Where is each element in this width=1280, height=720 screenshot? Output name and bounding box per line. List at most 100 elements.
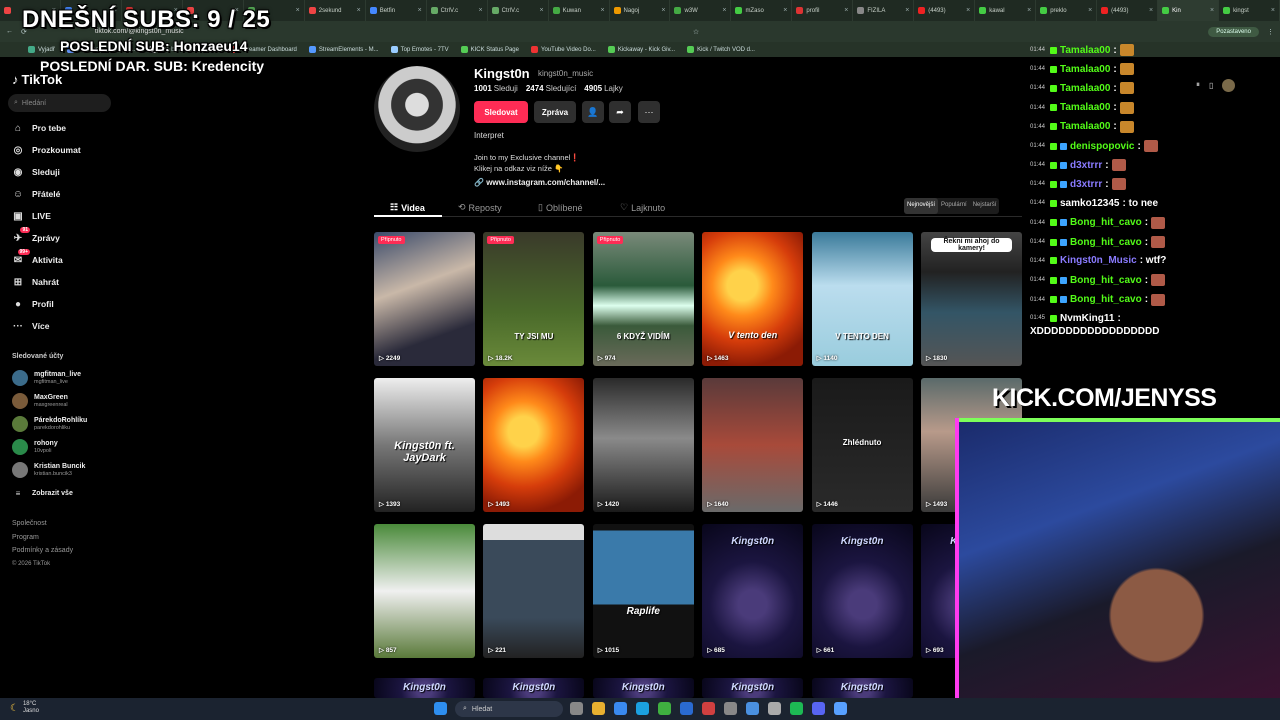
settings-icon[interactable] (724, 702, 737, 715)
windows-start-icon[interactable] (434, 702, 447, 715)
taskbar-search[interactable]: ⌕ Hledat (455, 701, 563, 717)
browser-tab[interactable]: Kuwan × (549, 0, 610, 21)
store-icon[interactable] (680, 702, 693, 715)
sidebar-item-home[interactable]: ⌂ Pro tebe (12, 120, 66, 136)
bookmark-item[interactable]: Kickaway - Kick Giv... (607, 46, 675, 53)
browser-tab[interactable]: (4493) × (1097, 0, 1159, 21)
share-button[interactable]: ➦ (609, 101, 631, 123)
video-thumbnail[interactable]: ▷ 1640 (702, 378, 804, 512)
browser-tab[interactable]: kingst × (1219, 0, 1280, 21)
chat-username[interactable]: denispopovic (1070, 141, 1134, 152)
tab-close-icon[interactable]: × (1149, 7, 1153, 14)
bookmark-item[interactable]: Top Emotes - 7TV (390, 46, 449, 53)
video-thumbnail[interactable]: V TENTO DEN ▷ 1140 (811, 232, 913, 366)
menu-icon[interactable]: ⋮ (1267, 28, 1274, 36)
more-button[interactable]: ··· (638, 101, 660, 123)
tab-close-icon[interactable]: × (966, 7, 970, 14)
browser-tab[interactable]: CtrlV.c × (488, 0, 549, 21)
chrome-icon[interactable] (658, 702, 671, 715)
tab-close-icon[interactable]: × (1271, 7, 1275, 14)
sidebar-item-messages[interactable]: ✈ 91 Zprávy (12, 227, 60, 246)
photos-icon[interactable] (834, 702, 847, 715)
tab-close-icon[interactable]: × (1027, 7, 1031, 14)
tab-close-icon[interactable]: × (661, 7, 665, 14)
chat-username[interactable]: Bong_hit_cavo (1070, 217, 1142, 228)
footer-link[interactable]: Podmínky a zásady (12, 547, 73, 554)
sidebar-item-activity[interactable]: ✉ 99+ Aktivita (12, 249, 63, 268)
follow-button[interactable]: Sledovat (474, 101, 528, 123)
bookmark-item[interactable]: StreamElements - M... (308, 46, 379, 53)
chat-username[interactable]: Tamalaa00 (1060, 64, 1110, 75)
followed-account[interactable]: mgfitman_live mgfitman_live (12, 370, 81, 386)
browser-tab[interactable]: CtrlV.c × (427, 0, 488, 21)
profile-avatar[interactable] (374, 66, 460, 152)
followed-account[interactable]: rohony 10vpoli (12, 439, 58, 455)
notepad-icon[interactable] (746, 702, 759, 715)
browser-tab[interactable]: Nagoj × (610, 0, 671, 21)
video-thumbnail[interactable]: Kingst0n (374, 678, 475, 698)
phone-icon[interactable]: ▯ (1209, 81, 1213, 90)
chat-avatar-icon[interactable] (1222, 78, 1236, 92)
followed-account[interactable]: Kristian Buncik kristian.buncik3 (12, 462, 85, 478)
tab-close-icon[interactable]: × (844, 7, 848, 14)
video-thumbnail[interactable]: Připnuto TY JSI MU ▷ 18.2K (483, 232, 585, 366)
video-thumbnail[interactable]: Kingst0n (592, 678, 694, 698)
chat-username[interactable]: Tamalaa00 (1060, 45, 1110, 56)
video-thumbnail[interactable]: Připnuto 6 KDYŽ VIDÍM ▷ 974 (592, 232, 694, 366)
star-icon[interactable]: ☆ (693, 28, 699, 36)
sidebar-item-following[interactable]: ◉ Sleduji (12, 164, 60, 180)
chat-username[interactable]: Bong_hit_cavo (1070, 275, 1142, 286)
tab-close-icon[interactable]: × (1210, 7, 1214, 14)
tab-close-icon[interactable]: × (600, 7, 604, 14)
sidebar-item-friends[interactable]: ☺ Přátelé (12, 186, 60, 202)
tab-close-icon[interactable]: × (722, 7, 726, 14)
tab-close-icon[interactable]: × (479, 7, 483, 14)
sort-option[interactable]: Nejnovější (904, 198, 939, 214)
browser-tab[interactable]: mZaso × (731, 0, 793, 21)
sort-option[interactable]: Populární (938, 198, 970, 214)
followed-account[interactable]: PárekdoRohlíku parekdorohliku (12, 416, 87, 432)
video-thumbnail[interactable]: Připnuto ▷ 2249 (374, 232, 475, 366)
browser-tab[interactable]: Betfin × (366, 0, 427, 21)
chat-username[interactable]: Bong_hit_cavo (1070, 237, 1142, 248)
video-thumbnail[interactable]: Kingst0n (811, 678, 913, 698)
video-thumbnail[interactable]: Kingst0n (483, 678, 585, 698)
video-thumbnail[interactable]: Řekni mi ahoj do kamery! ▷ 1830 (921, 232, 1022, 366)
pause-icon[interactable]: ⏸ (1196, 80, 1200, 90)
video-thumbnail[interactable]: Raplife ▷ 1015 (592, 524, 694, 658)
browser-tab[interactable]: profil × (792, 0, 854, 21)
video-thumbnail[interactable]: Kingst0n ▷ 685 (702, 524, 804, 658)
browser-icon[interactable] (636, 702, 649, 715)
tab-close-icon[interactable]: × (783, 7, 787, 14)
taskview-icon[interactable] (570, 702, 583, 715)
video-thumbnail[interactable]: ▷ 857 (374, 524, 475, 658)
sidebar-item-profile[interactable]: ● Profil (12, 296, 54, 312)
video-thumbnail[interactable]: Kingst0n ▷ 661 (811, 524, 913, 658)
chat-username[interactable]: d3xtrrr (1070, 179, 1102, 190)
tab-close-icon[interactable]: × (418, 7, 422, 14)
tab-heart[interactable]: ♡ Lajknuto (620, 202, 665, 213)
following-stat[interactable]: 1001 Sleduji (474, 84, 518, 93)
sidebar-item-live[interactable]: ▣ LIVE (12, 208, 51, 224)
sidebar-item-compass[interactable]: ◎ Prozkoumat (12, 142, 81, 158)
browser-tab[interactable]: Kin × (1158, 0, 1220, 21)
tiktok-logo[interactable]: ♪ TikTok (12, 72, 62, 87)
gear-icon[interactable] (768, 702, 781, 715)
bookmark-item[interactable]: Vyjadř (28, 46, 55, 53)
tab-close-icon[interactable]: × (296, 7, 300, 14)
footer-link[interactable]: Program (12, 534, 39, 541)
video-thumbnail[interactable]: ▷ 1420 (592, 378, 694, 512)
edge-icon[interactable] (614, 702, 627, 715)
chat-username[interactable]: Tamalaa00 (1060, 83, 1110, 94)
video-thumbnail[interactable]: ▷ 1493 (483, 378, 585, 512)
chat-username[interactable]: d3xtrrr (1070, 160, 1102, 171)
weather-widget[interactable]: ☾ 18°C Jasno (10, 701, 39, 715)
app-icon[interactable] (702, 702, 715, 715)
chat-username[interactable]: Tamalaa00 (1060, 121, 1110, 132)
bookmark-item[interactable]: KICK Status Page (460, 46, 519, 53)
tab-bookmark[interactable]: ▯ Oblíbené (538, 202, 582, 213)
browser-tab[interactable]: 2sekund × (305, 0, 366, 21)
video-thumbnail[interactable]: Kingst0n (702, 678, 804, 698)
see-all-link[interactable]: ≡ Zobrazit vše (12, 485, 73, 501)
tab-close-icon[interactable]: × (1088, 7, 1092, 14)
